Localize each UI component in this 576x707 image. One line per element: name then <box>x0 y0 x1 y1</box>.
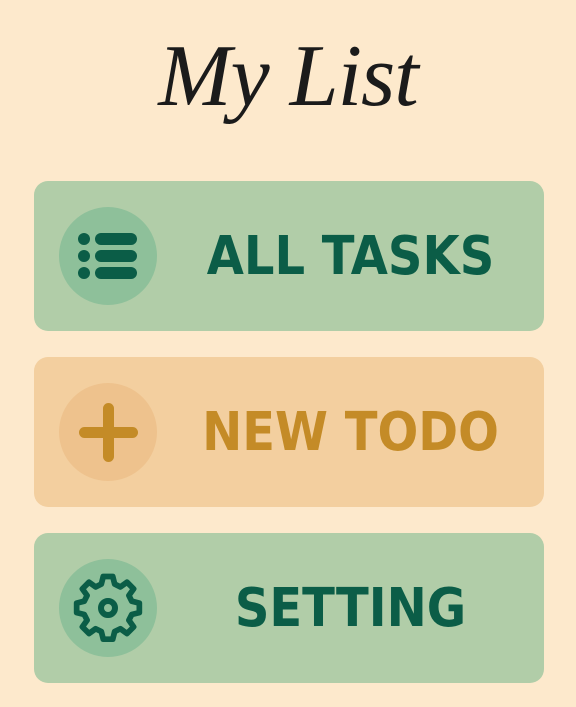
new-todo-icon-badge <box>59 383 157 481</box>
setting-label: SETTING <box>234 576 467 640</box>
new-todo-button[interactable]: NEW TODO <box>34 357 544 507</box>
list-icon <box>78 233 137 279</box>
all-tasks-icon-badge <box>59 207 157 305</box>
new-todo-label: NEW TODO <box>202 400 499 464</box>
setting-button[interactable]: SETTING <box>34 533 544 683</box>
plus-icon <box>79 403 138 462</box>
all-tasks-button[interactable]: ALL TASKS <box>34 181 544 331</box>
all-tasks-label: ALL TASKS <box>206 224 495 288</box>
gear-icon <box>73 573 143 643</box>
page-title: My List <box>158 28 418 125</box>
setting-icon-badge <box>59 559 157 657</box>
